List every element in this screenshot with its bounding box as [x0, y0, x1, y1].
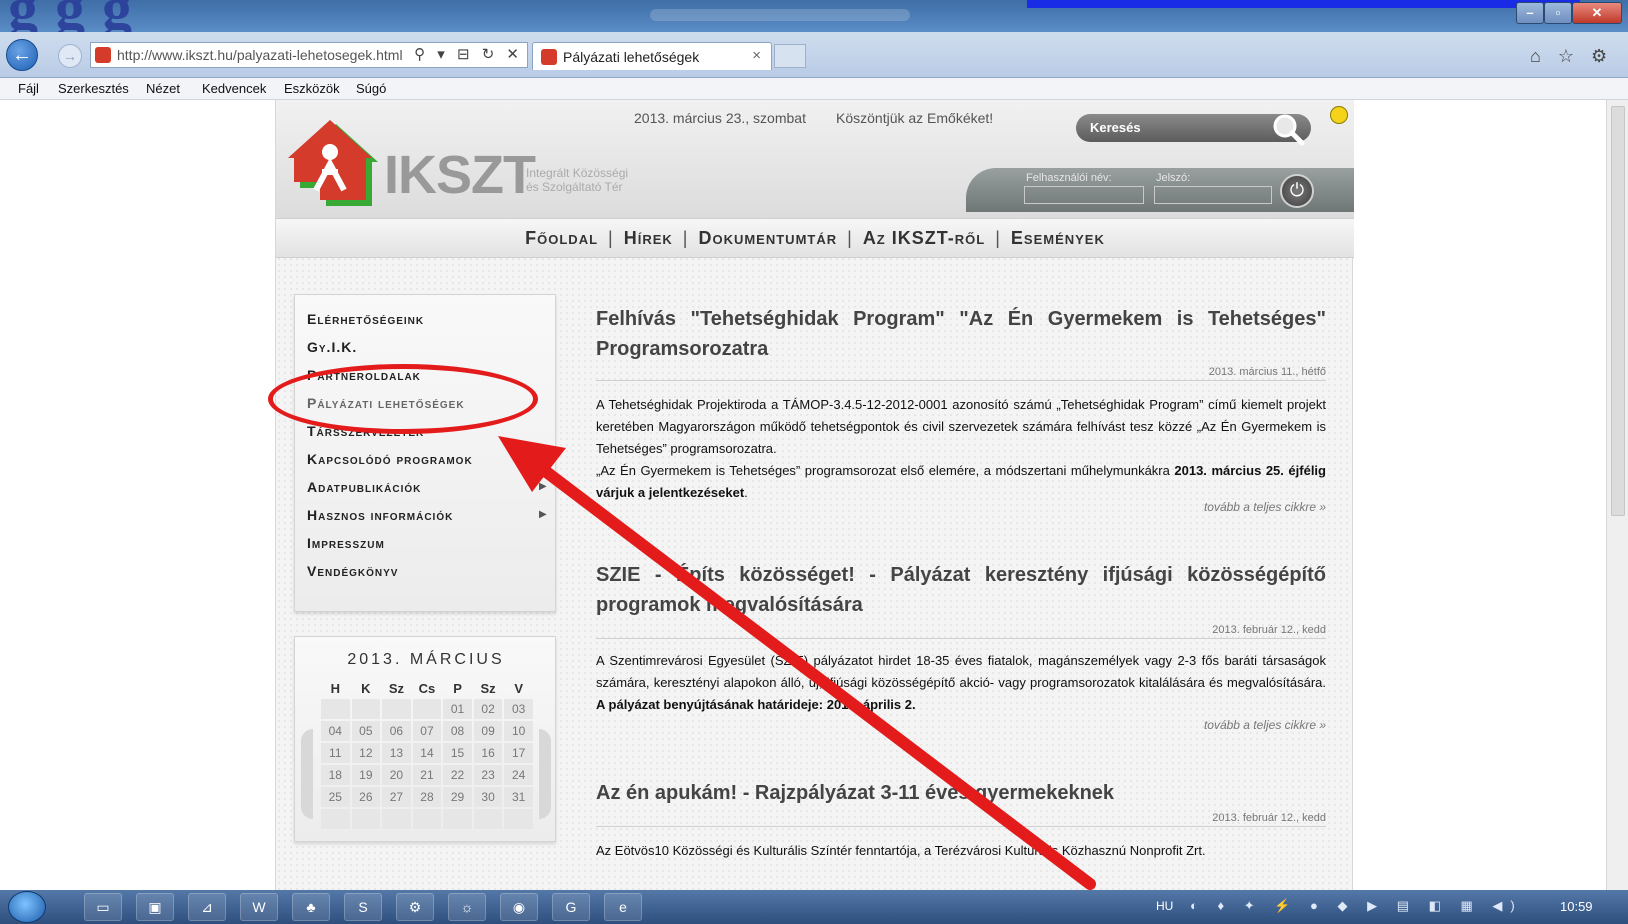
menu-view[interactable]: Nézet	[146, 81, 180, 96]
taskbar-app-button[interactable]: ◉	[500, 893, 538, 921]
menu-bar: Fájl Szerkesztés Nézet Kedvencek Eszközö…	[0, 78, 1628, 100]
page-viewport: IKSZT Integrált Közösségi és Szolgáltató…	[0, 100, 1628, 890]
menu-edit[interactable]: Szerkesztés	[58, 81, 129, 96]
taskbar-app-button[interactable]: e	[604, 893, 642, 921]
new-tab-button[interactable]	[774, 44, 806, 68]
taskbar-app-button[interactable]: ☼	[448, 893, 486, 921]
taskbar-app-button[interactable]: ⚙	[396, 893, 434, 921]
taskbar-clock[interactable]: 10:59	[1560, 899, 1593, 914]
home-favorites-tools-icons[interactable]: ⌂ ☆ ⚙	[1530, 46, 1613, 67]
browser-tab[interactable]: Pályázati lehetőségek ×	[532, 42, 772, 70]
maximize-button[interactable]: ▫	[1544, 2, 1572, 24]
annotation-arrow	[498, 436, 1096, 890]
taskbar-app-button[interactable]: S	[344, 893, 382, 921]
window-titlebar: g g g – ▫ ✕	[0, 0, 1628, 41]
close-window-button[interactable]: ✕	[1572, 2, 1622, 24]
taskbar-app-button[interactable]: ♣	[292, 893, 330, 921]
overlay-blue-bar	[1027, 0, 1580, 8]
start-button[interactable]	[8, 891, 46, 923]
taskbar-app-button[interactable]: W	[240, 893, 278, 921]
taskbar-app-button[interactable]: ⊿	[188, 893, 226, 921]
taskbar: ▭ ▣ ⊿ W ♣ S ⚙ ☼ ◉ Ge HU ◐ ♦ ✦ ⚡ ● ◆ ▶ ▤ ◧ ▦ ◀) 10…	[0, 890, 1628, 924]
menu-tools[interactable]: Eszközök	[284, 81, 340, 96]
address-bar-tools[interactable]: ⚲ ▾ ⊟ ↻ ✕	[414, 43, 523, 67]
vertical-scrollbar[interactable]	[1606, 100, 1628, 890]
back-arrow-icon[interactable]: ←	[6, 39, 38, 71]
scrollbar-thumb[interactable]	[1611, 106, 1625, 516]
tab-favicon-icon	[541, 49, 557, 65]
address-bar-url: http://www.ikszt.hu/palyazati-lehetosege…	[117, 47, 403, 63]
language-indicator[interactable]: HU	[1156, 899, 1173, 913]
tab-title: Pályázati lehetőségek	[563, 49, 700, 65]
menu-help[interactable]: Súgó	[356, 81, 386, 96]
minimize-button[interactable]: –	[1516, 2, 1544, 24]
taskbar-app-button[interactable]: G	[552, 893, 590, 921]
window-title	[650, 9, 910, 21]
system-tray-icons[interactable]: ◐ ♦ ✦ ⚡ ● ◆ ▶ ▤ ◧ ▦ ◀)	[1190, 898, 1523, 914]
taskbar-app-button[interactable]: ▭	[84, 893, 122, 921]
taskbar-app-button[interactable]: ▣	[136, 893, 174, 921]
menu-file[interactable]: Fájl	[18, 81, 39, 96]
forward-arrow-icon[interactable]: →	[58, 44, 82, 68]
browser-toolbar: ← → http://www.ikszt.hu/palyazati-leheto…	[0, 32, 1628, 78]
site-favicon-icon	[95, 47, 111, 63]
address-bar[interactable]: http://www.ikszt.hu/palyazati-lehetosege…	[90, 42, 528, 68]
menu-favorites[interactable]: Kedvencek	[202, 81, 266, 96]
tab-close-icon[interactable]: ×	[752, 47, 761, 64]
